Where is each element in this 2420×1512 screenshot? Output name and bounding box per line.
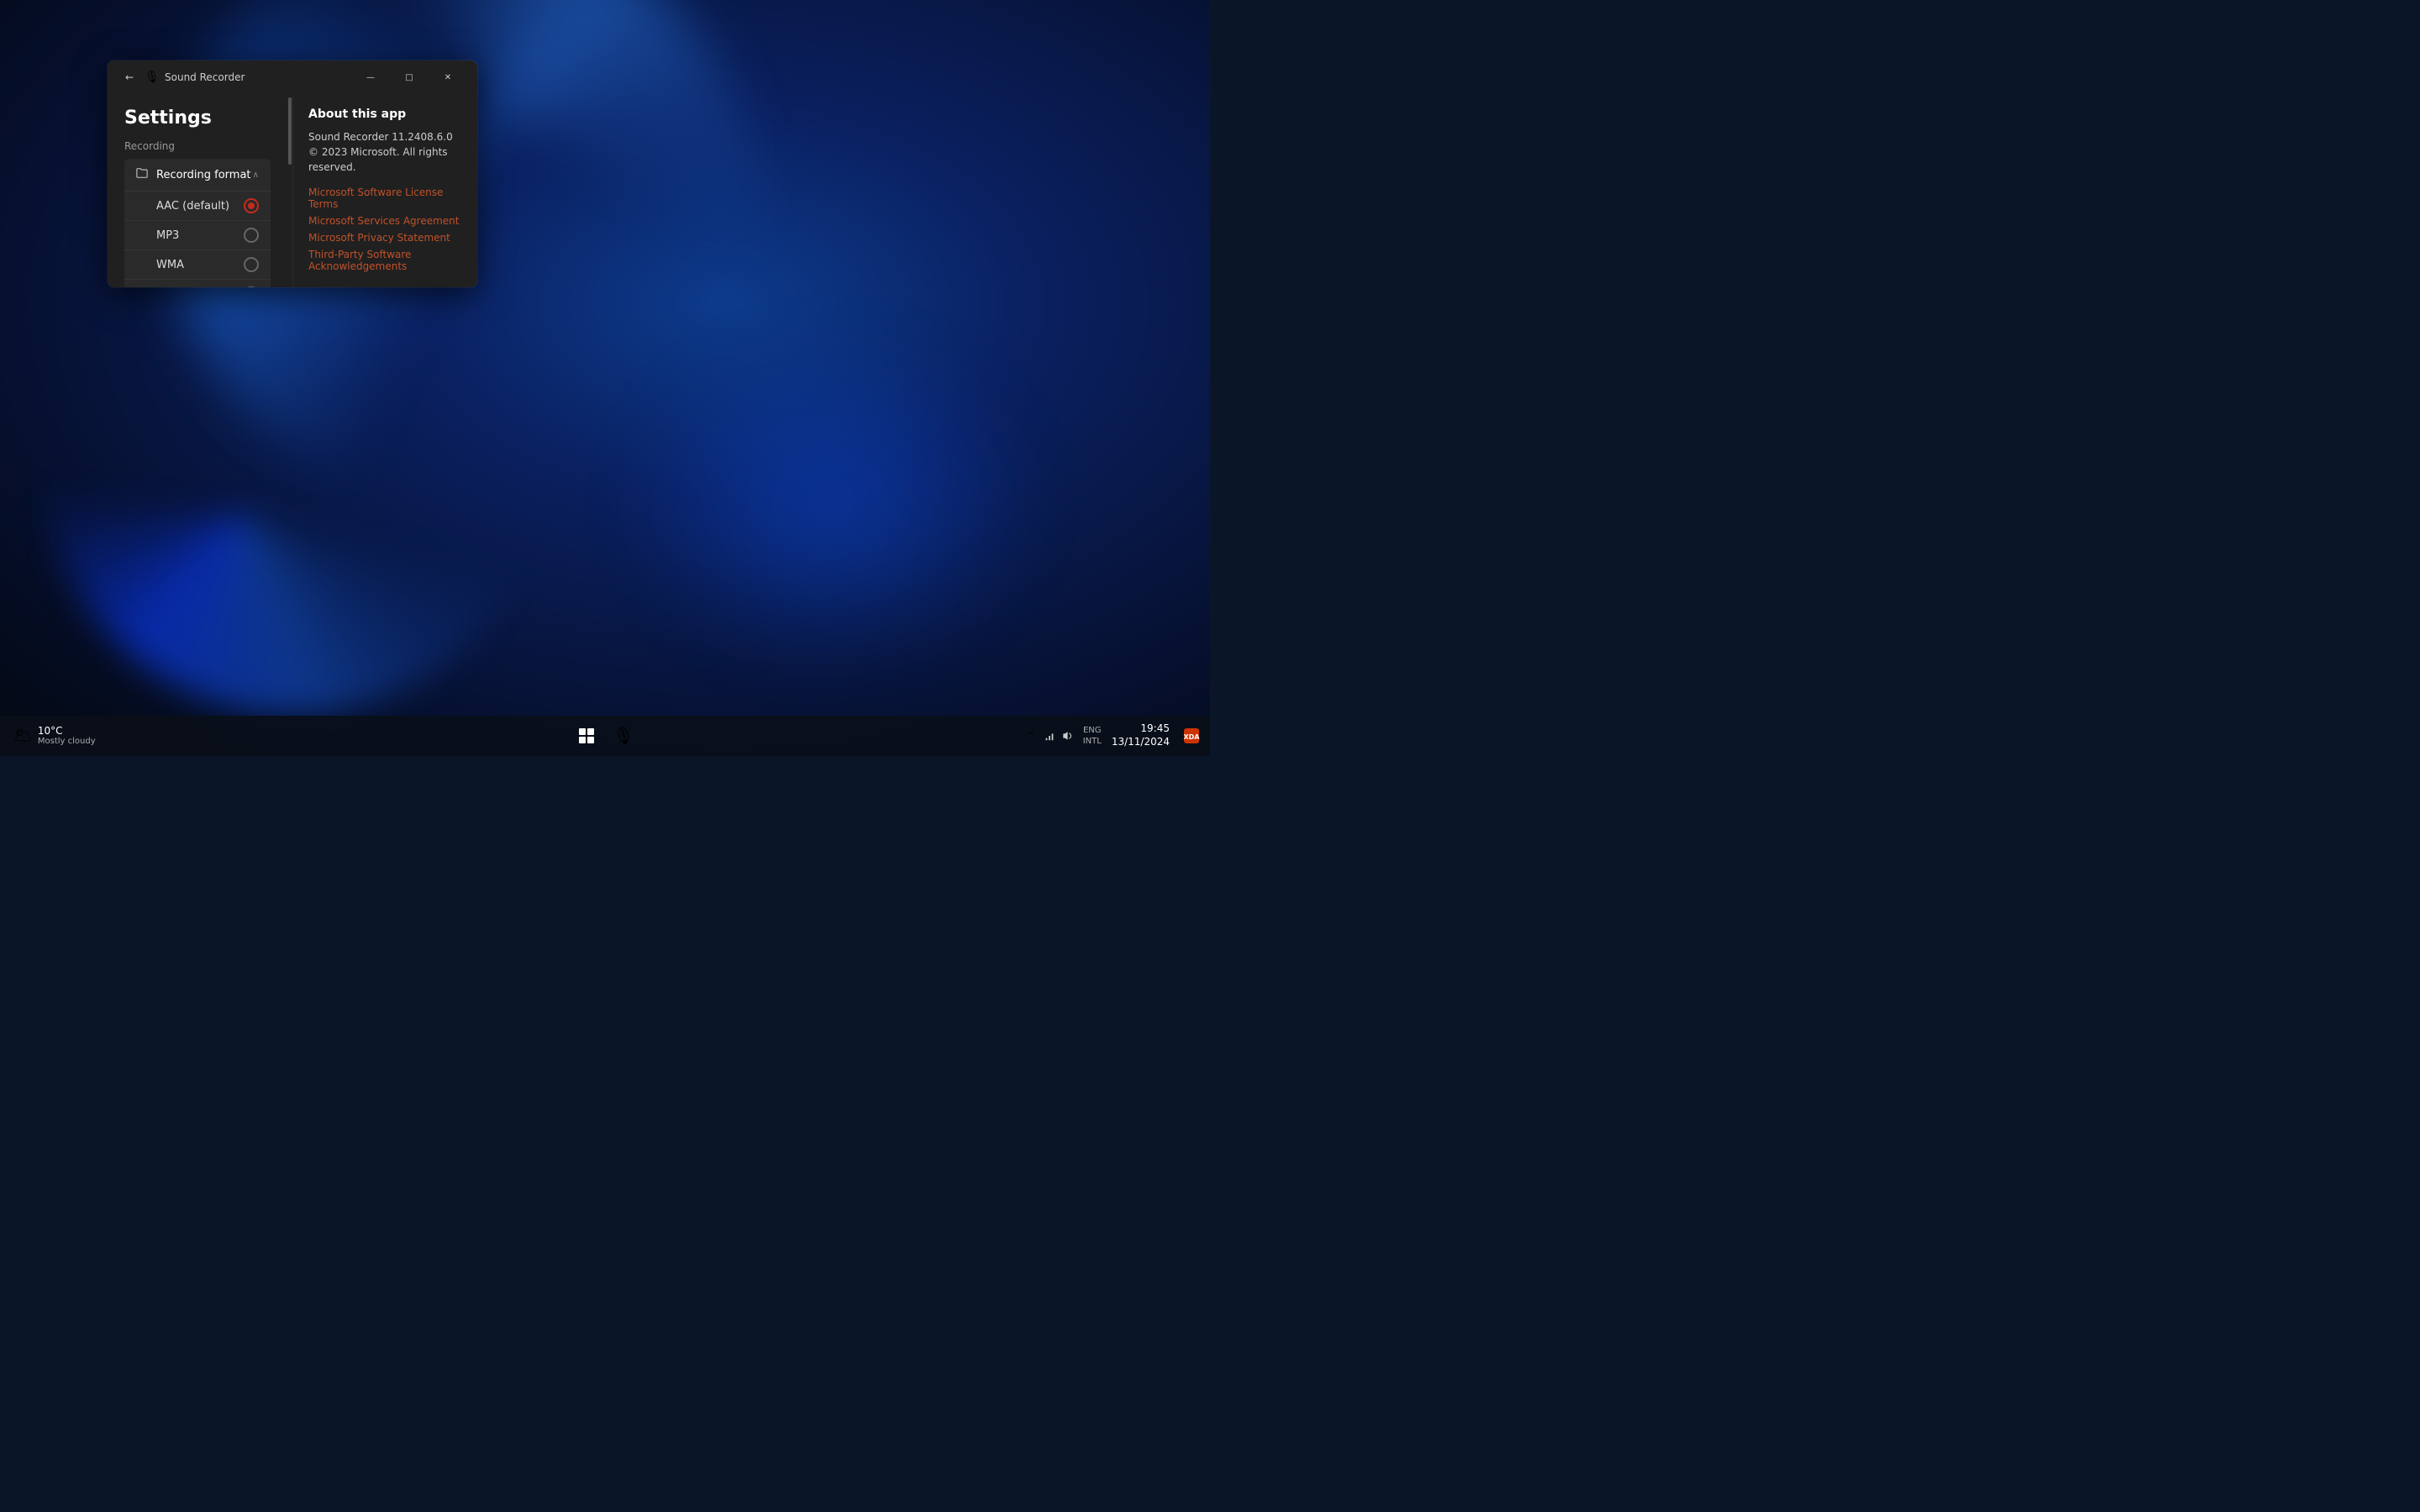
window-title: Sound Recorder: [165, 71, 351, 83]
tray-chevron[interactable]: ^: [1023, 727, 1039, 744]
about-version: Sound Recorder 11.2408.6.0 © 2023 Micros…: [308, 129, 462, 175]
recording-format-section: Recording format AAC (default) MP3 WMA: [124, 159, 271, 287]
format-wma-label: WMA: [156, 259, 244, 271]
clock-widget[interactable]: 19:45 13/11/2024: [1108, 722, 1173, 748]
settings-title: Settings: [124, 108, 271, 129]
format-aac-label: AAC (default): [156, 200, 244, 213]
svg-text:XDA: XDA: [1184, 733, 1201, 741]
tray-volume-icon[interactable]: [1060, 727, 1076, 744]
lang-variant: INTL: [1083, 736, 1102, 747]
format-option-wma[interactable]: WMA: [124, 249, 271, 279]
title-bar: ← 🎙 Sound Recorder — □ ✕: [108, 60, 477, 94]
windows-logo: [579, 728, 594, 743]
clock-date: 13/11/2024: [1112, 736, 1170, 749]
weather-widget[interactable]: 🌥 10°C Mostly cloudy: [7, 722, 103, 750]
taskbar: 🌥 10°C Mostly cloudy 🎙 ^: [0, 716, 1210, 756]
recording-format-label: Recording format: [156, 169, 253, 181]
format-mp3-label: MP3: [156, 229, 244, 242]
lang-code: ENG: [1083, 725, 1102, 736]
taskbar-left: 🌥 10°C Mostly cloudy: [7, 722, 103, 750]
weather-text: 10°C Mostly cloudy: [38, 725, 96, 747]
weather-temp: 10°C: [38, 725, 96, 737]
mic-taskbar-icon: 🎙: [613, 726, 634, 746]
back-button[interactable]: ←: [118, 66, 141, 89]
settings-panel: Settings Recording Recording format AAC …: [108, 94, 287, 287]
maximize-button[interactable]: □: [390, 64, 429, 91]
start-button[interactable]: [570, 719, 603, 753]
services-agreement-link[interactable]: Microsoft Services Agreement: [308, 215, 462, 227]
close-button[interactable]: ✕: [429, 64, 467, 91]
xda-badge: XDA: [1180, 726, 1203, 746]
privacy-statement-link[interactable]: Microsoft Privacy Statement: [308, 232, 462, 244]
xda-icon: XDA: [1183, 727, 1200, 744]
recording-format-header[interactable]: Recording format: [124, 159, 271, 191]
tray-network-icon[interactable]: [1041, 727, 1058, 744]
format-wma-radio[interactable]: [244, 257, 259, 272]
window-controls: — □ ✕: [351, 64, 467, 91]
format-mp3-radio[interactable]: [244, 228, 259, 243]
folder-icon: [136, 167, 148, 182]
sound-recorder-window: ← 🎙 Sound Recorder — □ ✕ Settings Record…: [108, 60, 477, 287]
language-badge[interactable]: ENG INTL: [1083, 725, 1102, 747]
format-option-flac[interactable]: FLAC (lossless): [124, 279, 271, 287]
app-icon: 🎙: [145, 71, 158, 84]
clock-time: 19:45: [1140, 722, 1170, 736]
format-flac-radio[interactable]: [244, 286, 259, 287]
recording-section-header: Recording: [124, 140, 271, 152]
taskbar-right: ^ ENG INTL 19:45 13/11/2024: [1023, 722, 1203, 748]
sound-recorder-taskbar-btn[interactable]: 🎙: [607, 719, 640, 753]
scrollbar-thumb[interactable]: [288, 97, 292, 165]
format-option-mp3[interactable]: MP3: [124, 220, 271, 249]
format-option-aac[interactable]: AAC (default): [124, 191, 271, 220]
about-panel: About this app Sound Recorder 11.2408.6.…: [292, 94, 477, 287]
minimize-button[interactable]: —: [351, 64, 390, 91]
format-aac-radio[interactable]: [244, 198, 259, 213]
weather-icon: 🌥: [13, 727, 33, 744]
tray-icons: ^: [1023, 727, 1076, 744]
license-terms-link[interactable]: Microsoft Software License Terms: [308, 186, 462, 210]
recording-format-chevron: [253, 171, 259, 180]
scrollbar-track[interactable]: [287, 94, 292, 287]
taskbar-center: 🎙: [570, 719, 640, 753]
third-party-link[interactable]: Third-Party Software Acknowledgements: [308, 249, 462, 272]
about-title: About this app: [308, 108, 462, 121]
weather-desc: Mostly cloudy: [38, 737, 96, 747]
window-body: Settings Recording Recording format AAC …: [108, 94, 477, 287]
